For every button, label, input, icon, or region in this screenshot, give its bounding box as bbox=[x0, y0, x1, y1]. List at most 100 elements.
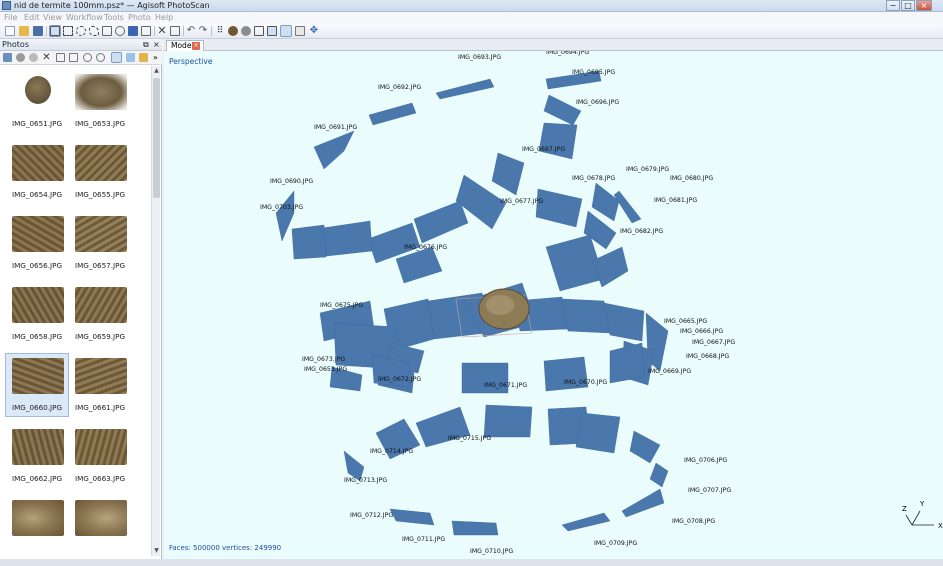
disable-camera-icon[interactable] bbox=[29, 53, 38, 62]
show-trackball-icon[interactable] bbox=[295, 26, 305, 36]
minimize-button[interactable]: − bbox=[886, 0, 900, 11]
move-region-icon[interactable] bbox=[102, 26, 112, 36]
point-cloud-icon[interactable]: ⠿ bbox=[215, 26, 225, 36]
photo-thumbnail[interactable]: IMG_0651.JPG bbox=[6, 70, 68, 132]
maximize-button[interactable]: □ bbox=[901, 0, 915, 11]
camera-frustum[interactable] bbox=[451, 520, 499, 536]
photo-thumbnail[interactable]: IMG_0662.JPG bbox=[6, 425, 68, 487]
scroll-down-icon[interactable]: ▼ bbox=[153, 547, 160, 554]
camera-frustum[interactable] bbox=[413, 200, 469, 244]
add-photos-icon[interactable] bbox=[3, 53, 12, 62]
camera-label: IMG_0677.JPG bbox=[500, 198, 543, 205]
camera-frustum[interactable] bbox=[603, 302, 645, 342]
zoom-in-icon[interactable] bbox=[83, 53, 92, 62]
flag-icon[interactable] bbox=[128, 26, 138, 36]
open-folder-icon[interactable] bbox=[19, 26, 29, 36]
free-form-selection-icon[interactable] bbox=[89, 26, 99, 36]
photos-scrollbar[interactable]: ▲ ▼ bbox=[151, 66, 160, 556]
more-options-icon[interactable]: » bbox=[153, 53, 162, 62]
photo-thumbnail[interactable]: IMG_0657.JPG bbox=[69, 212, 131, 274]
photo-filename: IMG_0658.JPG bbox=[11, 332, 63, 341]
camera-frustum[interactable] bbox=[591, 182, 620, 222]
wireframe-icon[interactable] bbox=[254, 26, 264, 36]
photo-thumbnail[interactable]: IMG_0658.JPG bbox=[6, 283, 68, 345]
camera-frustum[interactable] bbox=[313, 130, 355, 170]
zoom-out-icon[interactable] bbox=[96, 53, 105, 62]
large-icons-icon[interactable] bbox=[126, 53, 135, 62]
rotate-right-icon[interactable] bbox=[69, 53, 78, 62]
photo-thumbnail[interactable]: IMG_0661.JPG bbox=[69, 354, 131, 416]
camera-frustum[interactable] bbox=[538, 122, 578, 160]
camera-frustum[interactable] bbox=[368, 102, 417, 126]
photo-thumbnail[interactable]: IMG_0660.JPG bbox=[5, 353, 69, 417]
camera-frustum[interactable] bbox=[561, 298, 611, 334]
camera-frustum[interactable] bbox=[535, 188, 583, 228]
close-panel-icon[interactable]: × bbox=[153, 40, 160, 50]
camera-frustum[interactable] bbox=[275, 190, 295, 242]
circle-selection-icon[interactable] bbox=[76, 26, 86, 36]
camera-label: IMG_0703.JPG bbox=[260, 204, 303, 211]
details-view-icon[interactable] bbox=[111, 52, 122, 63]
save-icon[interactable] bbox=[33, 26, 43, 36]
photo-image bbox=[75, 429, 127, 465]
reset-view-icon[interactable]: ✥ bbox=[309, 26, 319, 36]
camera-frustum[interactable] bbox=[629, 430, 661, 464]
scrollbar-thumb[interactable] bbox=[153, 78, 160, 198]
tab-model[interactable]: Model × bbox=[166, 40, 204, 51]
rotate-left-icon[interactable] bbox=[56, 53, 65, 62]
filter-icon[interactable] bbox=[139, 53, 148, 62]
rotate-region-icon[interactable] bbox=[115, 26, 125, 36]
photo-thumbnail[interactable]: IMG_0663.JPG bbox=[69, 425, 131, 487]
camera-frustum[interactable] bbox=[291, 224, 327, 260]
camera-label: IMG_0710.JPG bbox=[470, 548, 513, 555]
photo-thumbnail[interactable]: IMG_0659.JPG bbox=[69, 283, 131, 345]
photo-thumbnail[interactable] bbox=[69, 496, 131, 556]
undock-icon[interactable]: ⧉ bbox=[143, 40, 149, 50]
rectangle-selection-icon[interactable] bbox=[63, 26, 73, 36]
photo-thumbnail[interactable] bbox=[6, 496, 68, 556]
menu-photo[interactable]: Photo bbox=[128, 12, 151, 23]
photo-thumbnail[interactable]: IMG_0653.JPG bbox=[69, 70, 131, 132]
camera-frustum[interactable] bbox=[621, 488, 665, 518]
camera-frustum[interactable] bbox=[609, 342, 645, 384]
show-region-icon[interactable] bbox=[280, 25, 292, 37]
y-axis-icon bbox=[911, 510, 921, 526]
enable-camera-icon[interactable] bbox=[16, 53, 25, 62]
camera-frustum[interactable] bbox=[491, 152, 525, 196]
camera-frustum[interactable] bbox=[389, 508, 435, 526]
menu-workflow[interactable]: Workflow bbox=[66, 12, 103, 23]
photo-thumbnail[interactable]: IMG_0654.JPG bbox=[6, 141, 68, 203]
scroll-up-icon[interactable]: ▲ bbox=[153, 67, 160, 74]
remove-camera-icon[interactable]: ✕ bbox=[42, 53, 51, 63]
menu-file[interactable]: File bbox=[4, 12, 17, 23]
ruler-icon[interactable] bbox=[141, 26, 151, 36]
camera-frustum[interactable] bbox=[649, 462, 669, 488]
camera-label: IMG_0667.JPG bbox=[692, 339, 735, 346]
redo-icon[interactable]: ↷ bbox=[198, 26, 208, 36]
new-document-icon[interactable] bbox=[5, 26, 15, 36]
close-button[interactable]: × bbox=[916, 0, 932, 11]
photo-image bbox=[12, 500, 64, 536]
close-tab-icon[interactable]: × bbox=[192, 42, 200, 50]
textured-model-icon[interactable] bbox=[228, 26, 238, 36]
3d-viewport[interactable]: IMG_0693.JPG IMG_0694.JPG IMG_0695.JPG IMG_… bbox=[164, 51, 943, 559]
shaded-model-icon[interactable] bbox=[241, 26, 251, 36]
camera-scene[interactable]: IMG_0693.JPG IMG_0694.JPG IMG_0695.JPG IMG_… bbox=[164, 51, 943, 559]
navigation-tool-icon[interactable] bbox=[49, 25, 61, 37]
photo-image bbox=[75, 216, 127, 252]
show-cameras-icon[interactable] bbox=[267, 26, 277, 36]
camera-frustum[interactable] bbox=[613, 190, 642, 224]
menu-edit[interactable]: Edit bbox=[24, 12, 40, 23]
undo-icon[interactable]: ↶ bbox=[186, 26, 196, 36]
delete-selection-icon[interactable]: ✕ bbox=[157, 25, 167, 36]
menu-tools[interactable]: Tools bbox=[104, 12, 124, 23]
photo-thumbnail[interactable]: IMG_0655.JPG bbox=[69, 141, 131, 203]
camera-frustum[interactable] bbox=[561, 512, 611, 532]
camera-frustum[interactable] bbox=[575, 412, 621, 454]
camera-frustum[interactable] bbox=[435, 78, 495, 100]
menu-help[interactable]: Help bbox=[155, 12, 173, 23]
camera-frustum[interactable] bbox=[483, 404, 533, 438]
crop-selection-icon[interactable] bbox=[170, 26, 180, 36]
menu-view[interactable]: View bbox=[43, 12, 62, 23]
photo-thumbnail[interactable]: IMG_0656.JPG bbox=[6, 212, 68, 274]
